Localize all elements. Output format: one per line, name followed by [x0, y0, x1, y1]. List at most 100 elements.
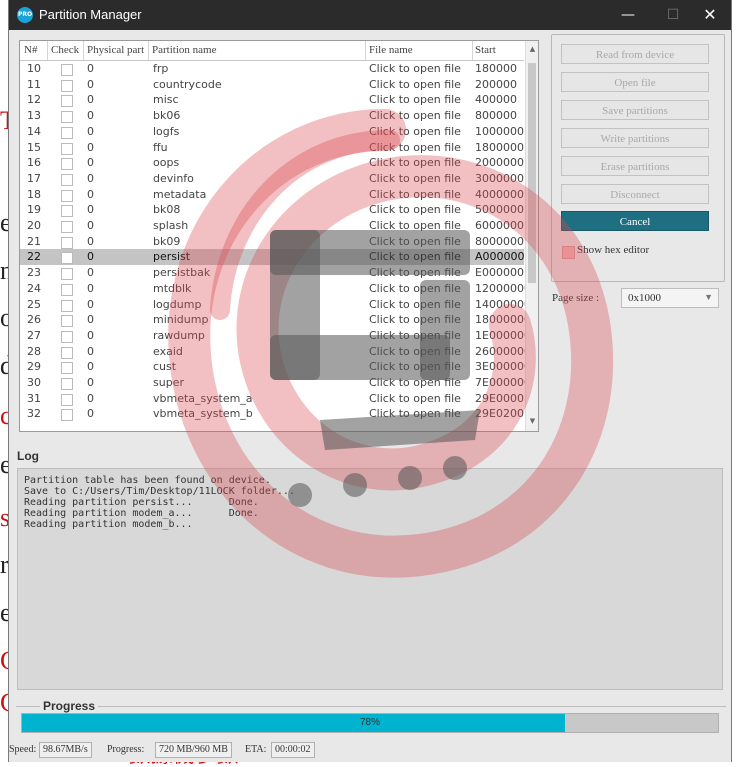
column-header-start[interactable]: Start: [475, 44, 496, 56]
row-checkbox[interactable]: [61, 111, 73, 124]
scroll-down-icon[interactable]: ▼: [526, 415, 538, 428]
row-file-name[interactable]: Click to open file: [369, 313, 461, 326]
table-row[interactable]: 16 0 oops Click to open file 2000000: [20, 155, 524, 171]
table-row[interactable]: 27 0 rawdump Click to open file 1E000000: [20, 328, 531, 344]
table-row[interactable]: 14 0 logfs Click to open file 1000000: [20, 124, 524, 140]
row-physical-part: 0: [87, 376, 94, 389]
row-file-name[interactable]: Click to open file: [369, 250, 461, 263]
row-file-name[interactable]: Click to open file: [369, 203, 461, 216]
page-size-select[interactable]: 0x1000 ▼: [621, 288, 719, 308]
table-row[interactable]: 13 0 bk06 Click to open file 800000: [20, 108, 524, 124]
row-checkbox[interactable]: [61, 95, 73, 108]
table-row[interactable]: 31 0 vbmeta_system_a Click to open file 29E0…: [20, 391, 524, 407]
column-header-check[interactable]: Check: [51, 44, 79, 56]
log-output[interactable]: Partition table has been found on device…: [17, 468, 723, 690]
row-checkbox[interactable]: [61, 173, 73, 186]
row-file-name[interactable]: Click to open file: [369, 188, 461, 201]
table-row[interactable]: 10 0 frp Click to open file 180000: [20, 61, 524, 77]
table-row[interactable]: 12 0 misc Click to open file 400000: [20, 92, 524, 108]
row-file-name[interactable]: Click to open file: [369, 235, 461, 248]
save-partitions-button[interactable]: Save partitions: [561, 100, 709, 120]
row-physical-part: 0: [87, 313, 94, 327]
row-file-name[interactable]: Click to open file: [369, 172, 461, 185]
table-row[interactable]: 30 0 super Click to open file 7E000000: [20, 375, 531, 391]
table-row[interactable]: 29 0 cust Click to open file 3E000000: [20, 359, 531, 375]
row-checkbox[interactable]: [61, 79, 73, 92]
row-file-name[interactable]: Click to open file: [369, 78, 461, 91]
table-row[interactable]: 20 0 splash Click to open file 6000000: [20, 218, 524, 234]
row-file-name[interactable]: Click to open file: [369, 62, 461, 75]
table-row[interactable]: 22 0 persist Click to open file A000000: [20, 249, 525, 266]
row-checkbox[interactable]: [61, 189, 73, 202]
row-physical-part: 0: [87, 62, 94, 75]
column-header-file-name[interactable]: File name: [369, 44, 413, 56]
table-row[interactable]: 21 0 bk09 Click to open file 8000000: [20, 234, 524, 250]
row-checkbox[interactable]: [61, 346, 73, 359]
row-number: 22: [27, 250, 41, 264]
row-checkbox[interactable]: [61, 252, 73, 265]
row-file-name[interactable]: Click to open file: [369, 266, 461, 279]
table-row[interactable]: 15 0 ffu Click to open file 1800000: [20, 140, 524, 156]
show-hex-editor-checkbox[interactable]: [562, 246, 575, 259]
row-file-name[interactable]: Click to open file: [369, 282, 461, 295]
row-checkbox[interactable]: [61, 205, 73, 218]
row-file-name[interactable]: Click to open file: [369, 376, 461, 389]
row-checkbox[interactable]: [61, 330, 73, 343]
close-button[interactable]: ✕: [687, 0, 731, 30]
row-checkbox[interactable]: [61, 221, 73, 233]
table-row[interactable]: 24 0 mtdblk Click to open file 12000000: [20, 281, 531, 297]
row-checkbox[interactable]: [61, 158, 73, 171]
table-row[interactable]: 28 0 exaid Click to open file 26000000: [20, 344, 531, 360]
row-start: 800000: [475, 109, 517, 123]
table-row[interactable]: 32 0 vbmeta_system_b Click to open file 29E0…: [20, 406, 524, 422]
row-file-name[interactable]: Click to open file: [369, 156, 461, 169]
row-file-name[interactable]: Click to open file: [369, 109, 461, 122]
erase-partitions-button[interactable]: Erase partitions: [561, 156, 709, 176]
row-file-name[interactable]: Click to open file: [369, 345, 461, 358]
table-row[interactable]: 25 0 logdump Click to open file 14000000: [20, 297, 531, 313]
row-file-name[interactable]: Click to open file: [369, 125, 461, 138]
column-header-physical-part[interactable]: Physical part: [87, 44, 144, 56]
row-file-name[interactable]: Click to open file: [369, 93, 461, 106]
row-checkbox[interactable]: [61, 378, 73, 390]
table-scrollbar[interactable]: ▲ ▼: [525, 41, 538, 431]
row-file-name[interactable]: Click to open file: [369, 141, 461, 154]
row-file-name[interactable]: Click to open file: [369, 360, 461, 373]
page-size-label: Page size :: [552, 292, 600, 304]
row-file-name[interactable]: Click to open file: [369, 407, 461, 420]
row-checkbox[interactable]: [61, 393, 73, 406]
open-file-button[interactable]: Open file: [561, 72, 709, 92]
row-file-name[interactable]: Click to open file: [369, 329, 461, 342]
row-checkbox[interactable]: [61, 409, 73, 422]
table-row[interactable]: 26 0 minidump Click to open file 18000000: [20, 312, 531, 328]
column-header-partition-name[interactable]: Partition name: [152, 44, 216, 56]
read-from-device-button[interactable]: Read from device: [561, 44, 709, 64]
row-file-name[interactable]: Click to open file: [369, 298, 461, 311]
scroll-up-icon[interactable]: ▲: [526, 43, 538, 56]
row-file-name[interactable]: Click to open file: [369, 219, 461, 232]
row-checkbox[interactable]: [61, 362, 73, 375]
row-checkbox[interactable]: [61, 142, 73, 155]
row-partition-name: rawdump: [153, 328, 205, 342]
row-checkbox[interactable]: [61, 283, 73, 296]
minimize-button[interactable]: —: [605, 0, 651, 30]
table-row[interactable]: 17 0 devinfo Click to open file 3000000: [20, 171, 524, 187]
row-checkbox[interactable]: [61, 299, 73, 312]
table-row[interactable]: 18 0 metadata Click to open file 4000000: [20, 187, 524, 203]
partition-table[interactable]: N# Check Physical part Partition name Fi…: [19, 40, 539, 432]
table-row[interactable]: 19 0 bk08 Click to open file 5000000: [20, 202, 524, 218]
row-checkbox[interactable]: [61, 64, 73, 76]
title-bar[interactable]: PRO Partition Manager — ☐ ✕: [9, 0, 731, 30]
row-file-name[interactable]: Click to open file: [369, 392, 461, 405]
table-row[interactable]: 23 0 persistbak Click to open file E000000: [20, 265, 524, 281]
row-checkbox[interactable]: [61, 236, 73, 249]
row-checkbox[interactable]: [61, 126, 73, 139]
scroll-thumb[interactable]: [528, 63, 536, 283]
row-checkbox[interactable]: [61, 268, 73, 281]
row-checkbox[interactable]: [61, 315, 73, 328]
column-header-number[interactable]: N#: [24, 44, 37, 56]
disconnect-button[interactable]: Disconnect: [561, 184, 709, 204]
write-partitions-button[interactable]: Write partitions: [561, 128, 709, 148]
cancel-button[interactable]: Cancel: [561, 211, 709, 231]
table-row[interactable]: 11 0 countrycode Click to open file 200000: [20, 77, 524, 93]
